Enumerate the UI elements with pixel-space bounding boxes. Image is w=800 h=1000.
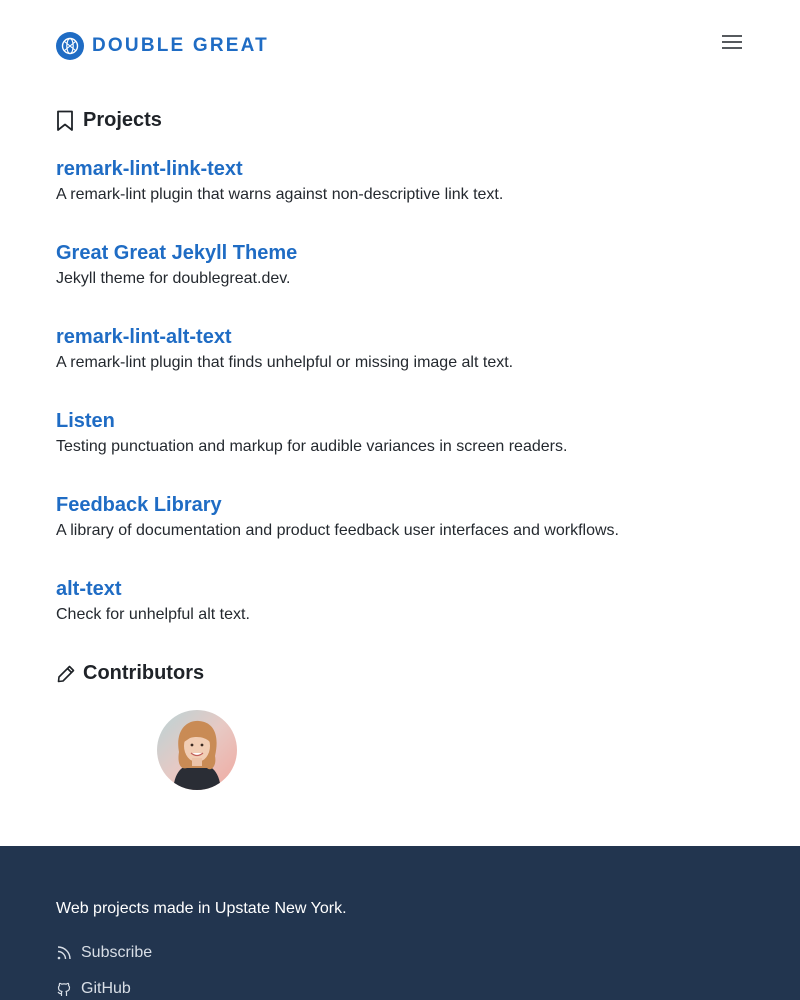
project-link[interactable]: Listen (56, 409, 744, 433)
bookmark-icon (56, 110, 76, 132)
menu-button[interactable] (720, 32, 744, 56)
projects-heading-text: Projects (83, 109, 162, 131)
project-link[interactable]: remark-lint-link-text (56, 157, 744, 181)
contributors-heading-text: Contributors (83, 662, 205, 684)
project-description: Testing punctuation and markup for audib… (56, 438, 568, 455)
contributors-heading: Contributors (56, 662, 204, 685)
subscribe-label: Subscribe (81, 944, 153, 961)
project-link[interactable]: Feedback Library (56, 493, 744, 517)
contributor-avatar[interactable] (157, 710, 237, 790)
project-link[interactable]: remark-lint-alt-text (56, 325, 744, 349)
github-icon (56, 981, 72, 997)
github-link[interactable]: GitHub (56, 980, 131, 998)
project-item: Great Great Jekyll Theme Jekyll theme fo… (56, 241, 744, 289)
footer-tagline: Web projects made in Upstate New York. (56, 900, 347, 917)
project-link[interactable]: alt-text (56, 577, 744, 601)
project-link[interactable]: Great Great Jekyll Theme (56, 241, 744, 265)
subscribe-link[interactable]: Subscribe (56, 944, 152, 962)
project-item: remark-lint-link-text A remark-lint plug… (56, 157, 744, 205)
pencil-icon (56, 663, 76, 685)
github-label: GitHub (81, 980, 131, 997)
hamburger-menu-icon (722, 34, 742, 55)
project-description: A remark-lint plugin that finds unhelpfu… (56, 354, 514, 371)
brand-name: DOUBLE GREAT (92, 35, 269, 56)
project-item: remark-lint-alt-text A remark-lint plugi… (56, 325, 744, 373)
project-description: A remark-lint plugin that warns against … (56, 186, 504, 203)
project-item: Feedback Library A library of documentat… (56, 493, 744, 541)
project-description: Check for unhelpful alt text. (56, 606, 250, 623)
project-item: Listen Testing punctuation and markup fo… (56, 409, 744, 457)
brand-home-link[interactable]: DOUBLE GREAT (56, 32, 269, 60)
project-item: alt-text Check for unhelpful alt text. (56, 577, 744, 625)
site-footer: Web projects made in Upstate New York. S… (0, 846, 800, 1000)
projects-heading: Projects (56, 109, 162, 132)
project-description: Jekyll theme for doublegreat.dev. (56, 270, 291, 287)
project-description: A library of documentation and product f… (56, 522, 619, 539)
rss-icon (56, 945, 72, 961)
site-header: DOUBLE GREAT (56, 32, 744, 60)
globe-logo-icon (56, 32, 84, 60)
